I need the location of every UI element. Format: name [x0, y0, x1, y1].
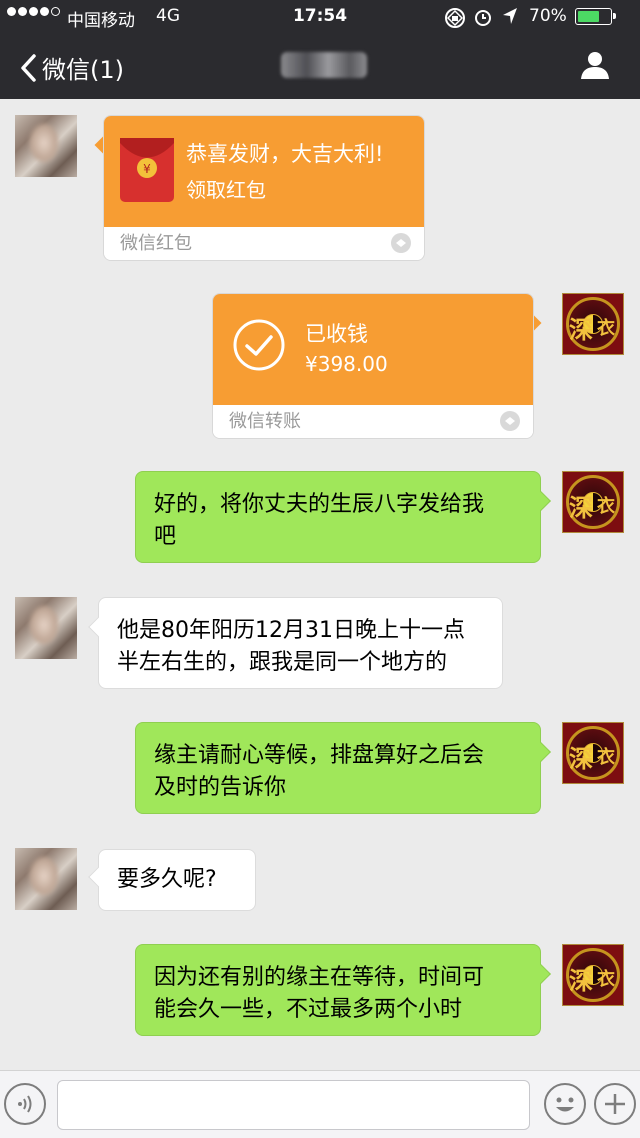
- avatar-glyph-left: 深: [569, 966, 593, 995]
- message-line: 好的，将你丈夫的生辰八字发给我: [154, 492, 485, 517]
- emoji-button[interactable]: [544, 1083, 586, 1125]
- contact-avatar[interactable]: [15, 597, 77, 659]
- master-avatar[interactable]: 深 衣: [562, 471, 624, 533]
- message-line: 他是80年阳历12月31日晚上十一点: [117, 618, 465, 643]
- chat-title-blurred: [281, 52, 367, 78]
- avatar-glyph-left: 深: [569, 315, 593, 344]
- battery-icon: [575, 8, 616, 25]
- battery-level-fill: [578, 11, 599, 22]
- transfer-title: 已收钱: [305, 322, 368, 346]
- message-line: 因为还有别的缘主在等待，时间可: [154, 965, 485, 990]
- contact-avatar[interactable]: [15, 848, 77, 910]
- avatar-glyph-right: 衣: [597, 318, 615, 339]
- status-bar: 中国移动 4G 17:54 70%: [0, 0, 640, 34]
- red-packet-footer: 微信红包: [120, 233, 192, 254]
- wechat-pay-icon: [391, 233, 411, 253]
- master-avatar[interactable]: 深 衣: [562, 293, 624, 355]
- transfer-card[interactable]: 已收钱 ¥398.00 微信转账: [212, 293, 534, 439]
- message-line: 及时的告诉你: [154, 775, 287, 800]
- message-line: 吧: [154, 524, 177, 549]
- person-profile-icon[interactable]: [579, 49, 611, 81]
- transfer-amount: ¥398.00: [305, 352, 388, 376]
- message-line: 要多久呢?: [117, 867, 217, 892]
- voice-icon: [18, 1095, 32, 1113]
- message-line: 能会久一些，不过最多两个小时: [154, 997, 463, 1022]
- avatar-glyph-right: 衣: [597, 496, 615, 517]
- input-toolbar: [0, 1070, 640, 1138]
- avatar-glyph-right: 衣: [597, 747, 615, 768]
- message-input[interactable]: [57, 1080, 530, 1130]
- rotation-lock-icon: [445, 8, 465, 28]
- voice-button[interactable]: [4, 1083, 46, 1125]
- red-packet-title: 恭喜发财，大吉大利!: [186, 142, 384, 166]
- message-line: 半左右生的，跟我是同一个地方的: [117, 650, 448, 675]
- avatar-glyph-right: 衣: [597, 969, 615, 990]
- message-bubble-outgoing[interactable]: 缘主请耐心等候，排盘算好之后会 及时的告诉你: [135, 722, 551, 814]
- plus-icon: [605, 1094, 625, 1114]
- navigation-bar: 微信(1): [0, 34, 640, 99]
- back-label: 微信(1): [42, 56, 124, 84]
- alarm-icon: [475, 10, 491, 26]
- emoji-icon: [556, 1097, 574, 1112]
- header: 中国移动 4G 17:54 70% 微信(1): [0, 0, 640, 99]
- master-avatar[interactable]: 深 衣: [562, 944, 624, 1006]
- avatar-glyph-left: 深: [569, 744, 593, 773]
- message-bubble-outgoing[interactable]: 好的，将你丈夫的生辰八字发给我 吧: [135, 471, 551, 563]
- message-bubble-incoming[interactable]: 要多久呢?: [88, 849, 256, 911]
- message-bubble-outgoing[interactable]: 因为还有别的缘主在等待，时间可 能会久一些，不过最多两个小时: [135, 944, 551, 1036]
- back-chevron-icon: [21, 53, 36, 82]
- message-line: 缘主请耐心等候，排盘算好之后会: [154, 743, 485, 768]
- back-button[interactable]: 微信(1): [20, 50, 124, 85]
- location-arrow-icon: [503, 8, 517, 24]
- message-bubble-incoming[interactable]: 他是80年阳历12月31日晚上十一点 半左右生的，跟我是同一个地方的: [88, 597, 503, 689]
- wechat-pay-icon: [500, 411, 520, 431]
- contact-avatar[interactable]: [15, 115, 77, 177]
- red-packet-subtitle: 领取红包: [186, 178, 266, 202]
- avatar-glyph-left: 深: [569, 493, 593, 522]
- battery-percent: 70%: [529, 6, 567, 26]
- transfer-footer: 微信转账: [229, 411, 301, 432]
- plus-button[interactable]: [594, 1083, 636, 1125]
- svg-text:¥: ¥: [143, 162, 151, 176]
- chat-area[interactable]: ¥ 恭喜发财，大吉大利! 领取红包 微信红包 深 衣 已收钱 ¥398.00 微: [0, 99, 640, 1070]
- red-envelope-icon: ¥: [120, 138, 174, 202]
- checkmark-circle-icon: [233, 319, 285, 371]
- red-packet-card[interactable]: ¥ 恭喜发财，大吉大利! 领取红包 微信红包: [103, 115, 425, 261]
- master-avatar[interactable]: 深 衣: [562, 722, 624, 784]
